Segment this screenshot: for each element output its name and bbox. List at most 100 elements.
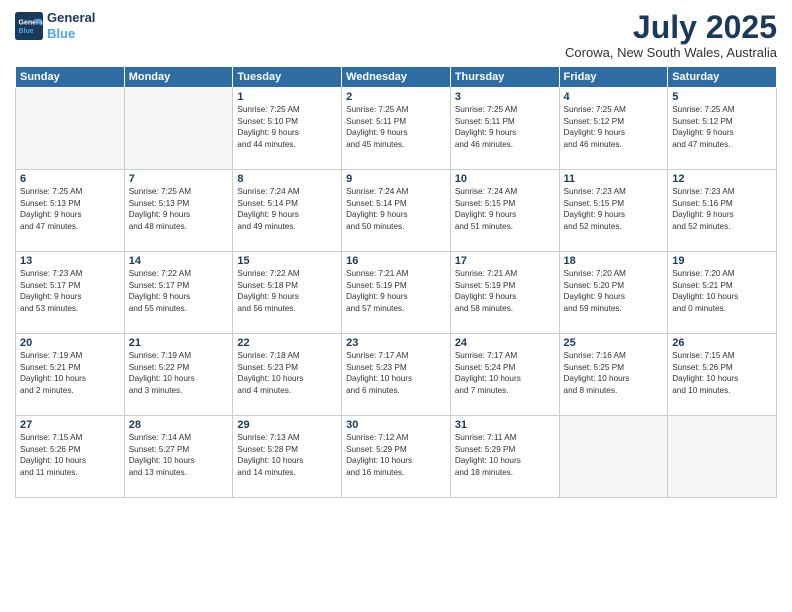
calendar-cell: 28Sunrise: 7:14 AMSunset: 5:27 PMDayligh… — [124, 416, 233, 498]
calendar-cell — [16, 88, 125, 170]
calendar-cell — [668, 416, 777, 498]
day-number: 28 — [129, 419, 229, 431]
calendar-cell: 18Sunrise: 7:20 AMSunset: 5:20 PMDayligh… — [559, 252, 668, 334]
calendar-cell — [124, 88, 233, 170]
calendar-cell: 27Sunrise: 7:15 AMSunset: 5:26 PMDayligh… — [16, 416, 125, 498]
day-info: Sunrise: 7:14 AMSunset: 5:27 PMDaylight:… — [129, 432, 229, 478]
weekday-header-saturday: Saturday — [668, 67, 777, 88]
month-title: July 2025 — [565, 10, 777, 45]
week-row-1: 1Sunrise: 7:25 AMSunset: 5:10 PMDaylight… — [16, 88, 777, 170]
calendar-cell: 8Sunrise: 7:24 AMSunset: 5:14 PMDaylight… — [233, 170, 342, 252]
day-info: Sunrise: 7:25 AMSunset: 5:11 PMDaylight:… — [455, 104, 555, 150]
calendar-cell: 11Sunrise: 7:23 AMSunset: 5:15 PMDayligh… — [559, 170, 668, 252]
day-info: Sunrise: 7:23 AMSunset: 5:17 PMDaylight:… — [20, 268, 120, 314]
day-number: 30 — [346, 419, 446, 431]
day-info: Sunrise: 7:25 AMSunset: 5:13 PMDaylight:… — [129, 186, 229, 232]
day-number: 5 — [672, 91, 772, 103]
day-info: Sunrise: 7:21 AMSunset: 5:19 PMDaylight:… — [455, 268, 555, 314]
calendar-cell: 26Sunrise: 7:15 AMSunset: 5:26 PMDayligh… — [668, 334, 777, 416]
day-info: Sunrise: 7:15 AMSunset: 5:26 PMDaylight:… — [672, 350, 772, 396]
day-number: 9 — [346, 173, 446, 185]
day-info: Sunrise: 7:25 AMSunset: 5:13 PMDaylight:… — [20, 186, 120, 232]
calendar-cell: 14Sunrise: 7:22 AMSunset: 5:17 PMDayligh… — [124, 252, 233, 334]
day-info: Sunrise: 7:18 AMSunset: 5:23 PMDaylight:… — [237, 350, 337, 396]
day-number: 7 — [129, 173, 229, 185]
day-number: 13 — [20, 255, 120, 267]
calendar-cell: 24Sunrise: 7:17 AMSunset: 5:24 PMDayligh… — [450, 334, 559, 416]
day-number: 19 — [672, 255, 772, 267]
day-number: 15 — [237, 255, 337, 267]
week-row-2: 6Sunrise: 7:25 AMSunset: 5:13 PMDaylight… — [16, 170, 777, 252]
weekday-header-wednesday: Wednesday — [342, 67, 451, 88]
calendar-cell: 15Sunrise: 7:22 AMSunset: 5:18 PMDayligh… — [233, 252, 342, 334]
day-info: Sunrise: 7:13 AMSunset: 5:28 PMDaylight:… — [237, 432, 337, 478]
day-number: 2 — [346, 91, 446, 103]
calendar-cell: 1Sunrise: 7:25 AMSunset: 5:10 PMDaylight… — [233, 88, 342, 170]
calendar-cell: 3Sunrise: 7:25 AMSunset: 5:11 PMDaylight… — [450, 88, 559, 170]
calendar-table: SundayMondayTuesdayWednesdayThursdayFrid… — [15, 66, 777, 498]
day-number: 1 — [237, 91, 337, 103]
day-info: Sunrise: 7:25 AMSunset: 5:12 PMDaylight:… — [564, 104, 664, 150]
logo-icon: General Blue — [15, 12, 43, 40]
day-number: 17 — [455, 255, 555, 267]
calendar-cell: 10Sunrise: 7:24 AMSunset: 5:15 PMDayligh… — [450, 170, 559, 252]
day-number: 6 — [20, 173, 120, 185]
day-number: 16 — [346, 255, 446, 267]
calendar-cell: 30Sunrise: 7:12 AMSunset: 5:29 PMDayligh… — [342, 416, 451, 498]
logo-line1: General — [47, 10, 95, 26]
week-row-5: 27Sunrise: 7:15 AMSunset: 5:26 PMDayligh… — [16, 416, 777, 498]
day-number: 18 — [564, 255, 664, 267]
day-info: Sunrise: 7:25 AMSunset: 5:11 PMDaylight:… — [346, 104, 446, 150]
calendar-cell: 5Sunrise: 7:25 AMSunset: 5:12 PMDaylight… — [668, 88, 777, 170]
day-number: 27 — [20, 419, 120, 431]
logo-line2: Blue — [47, 26, 95, 42]
day-number: 12 — [672, 173, 772, 185]
calendar-cell: 12Sunrise: 7:23 AMSunset: 5:16 PMDayligh… — [668, 170, 777, 252]
day-info: Sunrise: 7:25 AMSunset: 5:10 PMDaylight:… — [237, 104, 337, 150]
day-number: 25 — [564, 337, 664, 349]
day-info: Sunrise: 7:19 AMSunset: 5:21 PMDaylight:… — [20, 350, 120, 396]
calendar-cell: 16Sunrise: 7:21 AMSunset: 5:19 PMDayligh… — [342, 252, 451, 334]
weekday-header-friday: Friday — [559, 67, 668, 88]
calendar-cell: 9Sunrise: 7:24 AMSunset: 5:14 PMDaylight… — [342, 170, 451, 252]
header: General Blue General Blue July 2025 Coro… — [15, 10, 777, 60]
day-info: Sunrise: 7:20 AMSunset: 5:21 PMDaylight:… — [672, 268, 772, 314]
day-number: 3 — [455, 91, 555, 103]
day-info: Sunrise: 7:16 AMSunset: 5:25 PMDaylight:… — [564, 350, 664, 396]
day-info: Sunrise: 7:24 AMSunset: 5:14 PMDaylight:… — [237, 186, 337, 232]
day-info: Sunrise: 7:21 AMSunset: 5:19 PMDaylight:… — [346, 268, 446, 314]
day-info: Sunrise: 7:23 AMSunset: 5:15 PMDaylight:… — [564, 186, 664, 232]
day-info: Sunrise: 7:22 AMSunset: 5:18 PMDaylight:… — [237, 268, 337, 314]
calendar-cell: 23Sunrise: 7:17 AMSunset: 5:23 PMDayligh… — [342, 334, 451, 416]
day-info: Sunrise: 7:23 AMSunset: 5:16 PMDaylight:… — [672, 186, 772, 232]
calendar-cell: 19Sunrise: 7:20 AMSunset: 5:21 PMDayligh… — [668, 252, 777, 334]
day-info: Sunrise: 7:11 AMSunset: 5:29 PMDaylight:… — [455, 432, 555, 478]
logo-text: General Blue — [47, 10, 95, 41]
day-number: 23 — [346, 337, 446, 349]
day-info: Sunrise: 7:20 AMSunset: 5:20 PMDaylight:… — [564, 268, 664, 314]
day-number: 11 — [564, 173, 664, 185]
day-number: 14 — [129, 255, 229, 267]
day-info: Sunrise: 7:15 AMSunset: 5:26 PMDaylight:… — [20, 432, 120, 478]
week-row-4: 20Sunrise: 7:19 AMSunset: 5:21 PMDayligh… — [16, 334, 777, 416]
weekday-header-sunday: Sunday — [16, 67, 125, 88]
calendar-cell: 20Sunrise: 7:19 AMSunset: 5:21 PMDayligh… — [16, 334, 125, 416]
day-number: 22 — [237, 337, 337, 349]
title-block: July 2025 Corowa, New South Wales, Austr… — [565, 10, 777, 60]
day-number: 8 — [237, 173, 337, 185]
calendar-cell: 22Sunrise: 7:18 AMSunset: 5:23 PMDayligh… — [233, 334, 342, 416]
calendar-cell: 25Sunrise: 7:16 AMSunset: 5:25 PMDayligh… — [559, 334, 668, 416]
calendar-cell: 29Sunrise: 7:13 AMSunset: 5:28 PMDayligh… — [233, 416, 342, 498]
day-info: Sunrise: 7:22 AMSunset: 5:17 PMDaylight:… — [129, 268, 229, 314]
week-row-3: 13Sunrise: 7:23 AMSunset: 5:17 PMDayligh… — [16, 252, 777, 334]
calendar-cell: 4Sunrise: 7:25 AMSunset: 5:12 PMDaylight… — [559, 88, 668, 170]
calendar-cell: 2Sunrise: 7:25 AMSunset: 5:11 PMDaylight… — [342, 88, 451, 170]
day-number: 20 — [20, 337, 120, 349]
calendar-page: General Blue General Blue July 2025 Coro… — [0, 0, 792, 612]
location-subtitle: Corowa, New South Wales, Australia — [565, 45, 777, 60]
day-info: Sunrise: 7:12 AMSunset: 5:29 PMDaylight:… — [346, 432, 446, 478]
weekday-header-monday: Monday — [124, 67, 233, 88]
weekday-header-row: SundayMondayTuesdayWednesdayThursdayFrid… — [16, 67, 777, 88]
calendar-cell: 31Sunrise: 7:11 AMSunset: 5:29 PMDayligh… — [450, 416, 559, 498]
calendar-cell: 13Sunrise: 7:23 AMSunset: 5:17 PMDayligh… — [16, 252, 125, 334]
